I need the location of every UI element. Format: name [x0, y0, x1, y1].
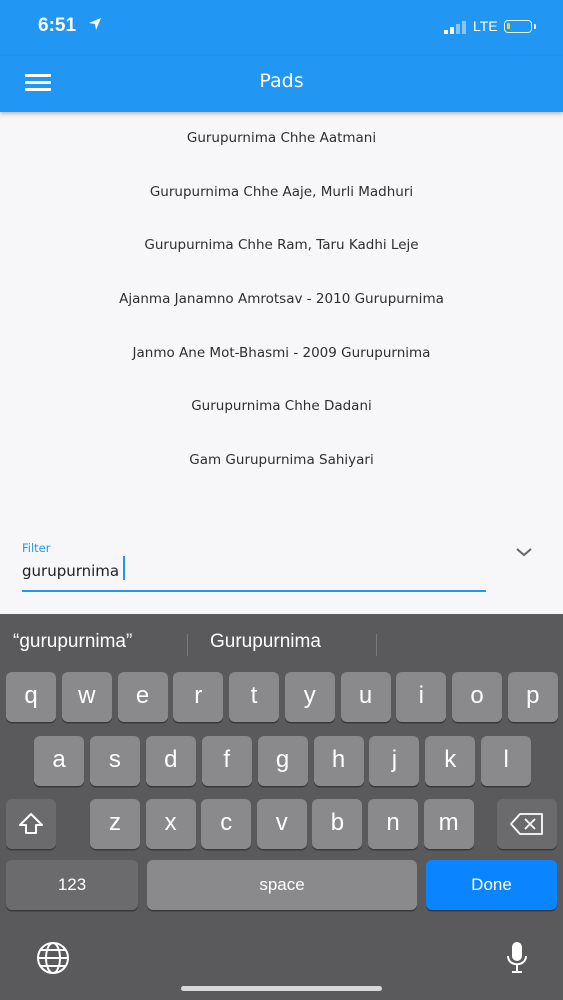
done-key[interactable]: Done	[426, 860, 557, 910]
chevron-down-icon[interactable]	[514, 545, 534, 559]
key-z[interactable]: z	[90, 799, 140, 849]
key-h[interactable]: h	[313, 736, 364, 786]
key-c[interactable]: c	[201, 799, 252, 849]
key-q[interactable]: q	[6, 672, 56, 722]
backspace-icon	[510, 813, 543, 835]
battery-icon	[504, 20, 532, 33]
shift-key[interactable]	[6, 799, 56, 849]
home-indicator	[181, 986, 382, 991]
numbers-key[interactable]: 123	[6, 860, 138, 910]
key-l[interactable]: l	[481, 736, 532, 786]
key-v[interactable]: v	[256, 799, 307, 849]
key-w[interactable]: w	[61, 672, 112, 722]
list-item[interactable]: Janmo Ane Mot-Bhasmi - 2009 Gurupurnima	[0, 327, 563, 381]
keyboard: “gurupurnima” Gurupurnima qwertyuiop asd…	[0, 614, 563, 1000]
suggestion-divider	[187, 634, 188, 656]
status-time: 6:51	[38, 15, 77, 36]
network-type: LTE	[473, 18, 498, 34]
key-i[interactable]: i	[396, 672, 447, 722]
space-key[interactable]: space	[147, 860, 417, 910]
microphone-icon[interactable]	[505, 940, 529, 976]
battery-tip	[534, 24, 536, 29]
shift-arrow-icon	[19, 813, 43, 834]
key-t[interactable]: t	[229, 672, 279, 722]
key-b[interactable]: b	[312, 799, 363, 849]
pads-list: Gurupurnima Chhe Aatmani Gurupurnima Chh…	[0, 112, 563, 488]
globe-icon[interactable]	[35, 940, 71, 976]
suggestion-capitalized[interactable]: Gurupurnima	[210, 631, 321, 653]
delete-key[interactable]	[497, 799, 557, 849]
text-caret	[123, 556, 125, 580]
key-f[interactable]: f	[201, 736, 252, 786]
list-item[interactable]: Gurupurnima Chhe Ram, Taru Kadhi Leje	[0, 219, 563, 273]
key-g[interactable]: g	[257, 736, 308, 786]
key-u[interactable]: u	[340, 672, 391, 722]
key-r[interactable]: r	[173, 672, 224, 722]
key-k[interactable]: k	[425, 736, 476, 786]
filter-label: Filter	[22, 541, 51, 555]
filter-input[interactable]	[22, 558, 486, 592]
key-e[interactable]: e	[117, 672, 168, 722]
suggestion-typed[interactable]: “gurupurnima”	[13, 631, 132, 653]
location-arrow-icon	[89, 18, 101, 30]
key-x[interactable]: x	[145, 799, 196, 849]
signal-bars-icon	[444, 21, 466, 34]
key-n[interactable]: n	[368, 799, 418, 849]
suggestion-divider	[376, 634, 377, 656]
key-d[interactable]: d	[145, 736, 196, 786]
key-y[interactable]: y	[284, 672, 335, 722]
status-bar: 6:51 LTE	[0, 0, 563, 56]
list-item[interactable]: Gurupurnima Chhe Dadani	[0, 380, 563, 434]
key-s[interactable]: s	[89, 736, 140, 786]
key-p[interactable]: p	[507, 672, 558, 722]
suggestion-bar: “gurupurnima” Gurupurnima	[0, 614, 563, 670]
app-bar: Pads	[0, 56, 563, 112]
key-o[interactable]: o	[452, 672, 502, 722]
key-m[interactable]: m	[423, 799, 474, 849]
list-item[interactable]: Gurupurnima Chhe Aaje, Murli Madhuri	[0, 166, 563, 220]
list-item[interactable]: Ajanma Janamno Amrotsav - 2010 Gurupurni…	[0, 273, 563, 327]
list-item[interactable]: Gurupurnima Chhe Aatmani	[0, 112, 563, 166]
key-a[interactable]: a	[34, 736, 84, 786]
page-title: Pads	[259, 70, 304, 92]
key-j[interactable]: j	[369, 736, 420, 786]
list-item[interactable]: Gam Gurupurnima Sahiyari	[0, 434, 563, 488]
